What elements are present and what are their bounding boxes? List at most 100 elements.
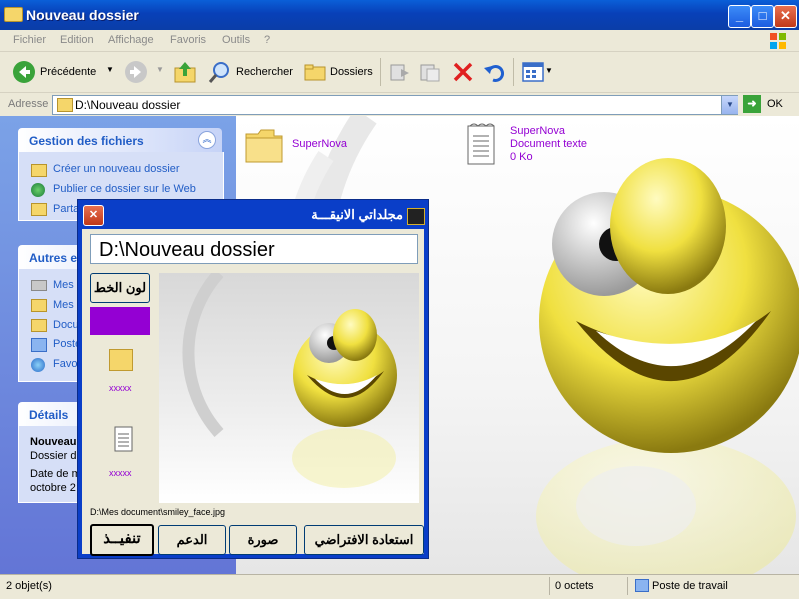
back-button[interactable]: Précédente ▼ [10,59,122,85]
back-label: Précédente [40,66,97,78]
folder-style-dialog: ✕ مجلداتي الانيقـــة D:\Nouveau dossier … [77,199,429,559]
go-label: OK [767,98,783,110]
support-button[interactable]: الدعم [158,525,226,555]
globe-icon [31,183,45,197]
toolbar-separator [380,58,381,86]
chevron-down-icon[interactable]: ▼ [156,65,164,74]
network-icon [31,358,45,372]
execute-button[interactable]: تنفيــذ [90,524,154,556]
collapse-icon[interactable]: ︽ [198,131,216,149]
search-label: Rechercher [236,66,293,78]
status-size: 0 octets [555,580,594,592]
menu-outils[interactable]: Outils [222,34,250,46]
computer-icon [635,579,649,592]
tasks-panel-title: Gestion des fichiers [29,134,144,148]
task-publish-web[interactable]: Publier ce dossier sur le Web [53,183,196,195]
menu-affichage[interactable]: Affichage [108,34,154,46]
title-bar[interactable]: Nouveau dossier _ □ ✕ [0,0,799,30]
file-name: SuperNova [292,138,348,150]
close-button[interactable]: ✕ [774,5,797,28]
delete-icon[interactable] [452,61,474,83]
forward-button[interactable]: ▼ [124,59,164,85]
restore-default-button[interactable]: استعادة الافتراضي [304,525,424,555]
restore-default-label: استعادة الافتراضي [314,532,414,547]
dialog-title: مجلداتي الانيقـــة [311,207,403,222]
dialog-app-icon [407,208,425,225]
dialog-body: D:\Nouveau dossier لون الخط xxxxx xxxxx [82,229,424,556]
windows-logo-icon [768,31,788,50]
folder-icon [57,98,73,112]
address-label: Adresse [8,98,49,110]
dialog-close-button[interactable]: ✕ [83,205,104,226]
chevron-down-icon[interactable]: ▼ [106,65,114,74]
status-divider [549,577,550,595]
search-icon [208,62,229,83]
shared-docs-icon [31,299,47,312]
menu-edition[interactable]: Edition [60,34,94,46]
views-button[interactable]: ▼ [520,61,556,83]
up-folder-icon[interactable] [173,60,197,84]
window-title: Nouveau dossier [26,7,139,23]
preview-folder-icon [109,349,133,371]
undo-icon[interactable] [483,61,505,83]
toolbar-separator [513,58,514,86]
background-preview-image [159,273,419,503]
image-path-label: D:\Mes document\smiley_face.jpg [90,507,226,517]
preview-file-label: xxxxx [109,468,132,478]
file-item[interactable]: SuperNova [244,124,364,170]
font-color-button[interactable]: لون الخط [90,273,150,303]
status-divider [627,577,628,595]
font-color-label: لون الخط [93,280,147,295]
computer-icon [31,338,47,352]
menu-favoris[interactable]: Favoris [170,34,206,46]
forward-arrow-icon [125,61,147,83]
folder-icon [245,129,283,163]
folders-label: Dossiers [330,66,373,78]
move-to-icon[interactable] [389,61,411,83]
file-name: SuperNova [510,125,566,137]
folders-icon [304,64,326,81]
copy-to-icon[interactable] [419,61,441,83]
share-folder-icon [31,203,47,216]
task-new-folder[interactable]: Créer un nouveau dossier [53,163,180,175]
preview-folder-label: xxxxx [109,383,132,393]
toolbar: Précédente ▼ ▼ Rechercher Dossiers ▼ [0,52,799,93]
execute-label: تنفيــذ [103,530,141,547]
minimize-button[interactable]: _ [728,5,751,28]
maximize-button[interactable]: □ [751,5,774,28]
views-icon [522,62,544,82]
new-folder-icon [31,164,47,177]
details-date-value: octobre 2 [30,482,76,494]
file-size: 0 Ko [510,151,533,163]
support-label: الدعم [176,532,208,547]
file-type: Document texte [510,138,588,150]
go-button[interactable]: ➜ OK [743,95,793,113]
search-button[interactable]: Rechercher [206,59,298,85]
address-value: D:\Nouveau dossier [75,98,181,112]
folder-path-value: D:\Nouveau dossier [99,239,275,261]
drive-icon [31,280,47,291]
address-dropdown[interactable]: ▼ [721,96,738,114]
status-objects: 2 objet(s) [6,580,52,592]
folders-button[interactable]: Dossiers [302,59,382,85]
details-panel-title: Détails [29,408,69,422]
file-item[interactable]: SuperNova Document texte 0 Ko [466,122,606,168]
text-document-icon [467,123,495,165]
image-button[interactable]: صورة [229,525,297,555]
chevron-down-icon[interactable]: ▼ [545,66,553,75]
folder-path-input[interactable]: D:\Nouveau dossier [90,234,418,264]
menu-help[interactable]: ? [264,34,270,46]
address-input[interactable]: D:\Nouveau dossier ▼ [52,95,738,115]
documents-icon [31,319,47,332]
preview-text-document-icon [114,426,133,452]
go-arrow-icon: ➜ [743,95,761,113]
image-label: صورة [247,532,279,547]
back-arrow-icon [13,61,35,83]
status-bar: 2 objet(s) 0 octets Poste de travail [0,574,799,599]
folder-icon [4,7,23,22]
font-color-swatch[interactable] [90,307,150,335]
menu-fichier[interactable]: Fichier [13,34,46,46]
tasks-panel-header[interactable]: Gestion des fichiers ︽ [18,128,222,152]
menu-bar: Fichier Edition Affichage Favoris Outils… [0,30,799,52]
status-location: Poste de travail [652,580,728,592]
